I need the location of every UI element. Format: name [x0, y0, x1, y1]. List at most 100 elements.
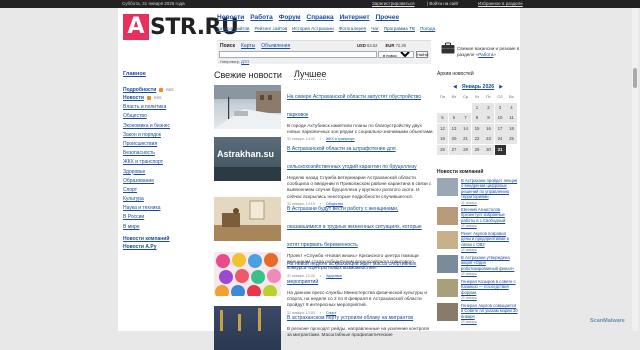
subnav-tv[interactable]: Программа ТВ — [384, 26, 415, 31]
favorite-link[interactable]: Избранное в разделе — [478, 0, 523, 8]
category-link[interactable]: Безопасность — [123, 150, 155, 156]
news-title[interactable]: На новой неделе астраханцев ждет масса с… — [287, 261, 416, 285]
calendar-day[interactable]: 5 — [437, 113, 448, 123]
category-link[interactable]: Происшествия — [123, 141, 157, 147]
calendar-day[interactable]: 6 — [448, 113, 460, 123]
calendar-day[interactable]: 31 — [494, 144, 506, 155]
company-news-thumbnail[interactable] — [437, 178, 458, 196]
nav-podrobnosti[interactable]: Подробности — [123, 87, 156, 93]
company-news-thumbnail[interactable] — [437, 303, 458, 321]
tab-fresh-news[interactable]: Свежие новости — [214, 70, 282, 80]
company-news-link[interactable]: В Астрахани утверждена акция «Один робот… — [461, 255, 518, 278]
news-thumbnail[interactable] — [214, 306, 281, 350]
calendar-day[interactable]: 17 — [494, 123, 506, 134]
calendar-day[interactable]: 19 — [437, 134, 448, 144]
news-thumbnail[interactable] — [214, 197, 281, 241]
calendar-day[interactable]: 7 — [460, 113, 471, 123]
calendar-day[interactable]: 2 — [483, 102, 494, 113]
calendar-day[interactable]: 4 — [506, 102, 517, 113]
company-news-link[interactable]: Генерал Козыров в совете с Казанью — пос… — [461, 279, 518, 302]
news-title[interactable]: На севере Астраханской области запустят … — [287, 94, 421, 118]
search-input[interactable] — [219, 51, 377, 58]
calendar-month[interactable]: Январь 2026 — [462, 84, 494, 90]
nav-news[interactable]: Новости — [217, 14, 244, 21]
nav-novosti[interactable]: Новости — [123, 95, 144, 101]
subnav-rating[interactable]: Рейтинг сайтов — [254, 26, 287, 31]
calendar-day[interactable]: 9 — [483, 113, 494, 123]
rss-icon[interactable] — [159, 88, 164, 92]
calendar-day[interactable]: 1 — [471, 102, 483, 113]
category-link[interactable]: Здоровье — [123, 169, 145, 175]
signin-link[interactable]: | Войти на сайт — [427, 0, 459, 8]
category-link[interactable]: ЖКХ и транспорт — [123, 159, 163, 165]
news-title[interactable]: В Астраханской области за штрафотение дл… — [287, 146, 417, 170]
news-title[interactable]: В астраханском порту устроили облаву на … — [287, 315, 413, 321]
nav-reference[interactable]: Справка — [307, 14, 334, 21]
nav-other[interactable]: Прочее — [376, 14, 399, 21]
calendar-day[interactable]: 15 — [471, 123, 483, 134]
nav-work[interactable]: Работа — [250, 14, 273, 21]
calendar-day[interactable]: 11 — [506, 113, 517, 123]
company-news-thumbnail[interactable] — [437, 279, 458, 297]
calendar-day[interactable]: 22 — [471, 134, 483, 144]
company-news-thumbnail[interactable] — [437, 207, 458, 225]
category-link[interactable]: Наука и техника — [123, 205, 161, 211]
category-link[interactable]: Экономика и бизнес — [123, 123, 170, 129]
subnav-history[interactable]: История Астрахани — [292, 26, 334, 31]
search-scope-select[interactable]: в новостях — [378, 51, 414, 58]
calendar-day[interactable]: 12 — [437, 123, 448, 134]
nav-site-news[interactable]: Новости A.Ру — [123, 244, 193, 250]
search-hint-link[interactable]: ДТП — [241, 59, 249, 64]
calendar-day[interactable]: 25 — [506, 134, 517, 144]
category-link[interactable]: Власть и политика — [123, 104, 166, 110]
calendar-day[interactable]: 8 — [471, 113, 483, 123]
subnav-photos[interactable]: Фотогалерея — [339, 26, 367, 31]
category-link[interactable]: Спорт — [123, 187, 137, 193]
jobs-link[interactable]: Работа — [478, 52, 493, 57]
category-link[interactable]: Закон и порядок — [123, 132, 161, 138]
search-tab-ads[interactable]: Объявления — [261, 43, 290, 49]
company-news-link[interactable]: Рекет Акулов покровил деньги предприятия… — [461, 231, 518, 254]
register-link[interactable]: Зарегистрироваться — [372, 0, 415, 8]
category-link[interactable]: В России — [123, 214, 144, 220]
category-link[interactable]: Общество — [123, 113, 147, 119]
calendar-day[interactable]: 14 — [460, 123, 471, 134]
news-thumbnail[interactable] — [214, 85, 281, 129]
category-link[interactable]: Культура — [123, 196, 144, 202]
rss-icon[interactable] — [146, 96, 151, 100]
category-link[interactable]: В мире — [123, 224, 140, 230]
chevron-right-icon[interactable]: ▶ — [499, 84, 503, 90]
calendar-day[interactable]: 28 — [460, 144, 471, 155]
calendar-day[interactable]: 18 — [506, 123, 517, 134]
subnav-catalog[interactable]: Каталог сайтов — [217, 26, 249, 31]
search-tab-search[interactable]: Поиск — [220, 43, 235, 49]
company-news-link[interactable]: Генерал Акулов совещается в Совете по ук… — [461, 303, 518, 326]
calendar-day[interactable]: 21 — [460, 134, 471, 144]
company-news-link[interactable]: В Астрахани пройдет лекция о внедрении ц… — [461, 178, 518, 206]
calendar-day[interactable]: 23 — [483, 134, 494, 144]
nav-company-news[interactable]: Новости компаний — [123, 236, 193, 242]
calendar-day[interactable]: 26 — [437, 144, 448, 155]
calendar-day[interactable]: 10 — [494, 113, 506, 123]
calendar-day[interactable]: 27 — [448, 144, 460, 155]
scrollbar-thumb[interactable] — [633, 68, 637, 88]
calendar-day[interactable]: 20 — [448, 134, 460, 144]
calendar-day[interactable]: 30 — [483, 144, 494, 155]
search-button[interactable]: Найти — [416, 51, 428, 58]
calendar-day[interactable]: 13 — [448, 123, 460, 134]
news-thumbnail[interactable]: Astrakhan.su — [214, 137, 281, 181]
news-title[interactable]: В Астрахани будут вести работу с женщина… — [287, 206, 422, 248]
company-news-link[interactable]: Евгений Агнистолов презентует избранные … — [461, 207, 518, 230]
chevron-left-icon[interactable]: ◀ — [453, 84, 457, 90]
calendar-day[interactable]: 16 — [483, 123, 494, 134]
subnav-weather[interactable]: Погода — [420, 26, 435, 31]
page-scrollbar[interactable] — [632, 8, 638, 331]
calendar-day[interactable]: 24 — [494, 134, 506, 144]
tab-best[interactable]: Лучшее — [293, 69, 327, 80]
company-news-thumbnail[interactable] — [437, 231, 458, 249]
nav-internet[interactable]: Интернет — [340, 14, 370, 21]
company-news-thumbnail[interactable] — [437, 255, 458, 273]
nav-main[interactable]: Главное — [123, 71, 193, 77]
calendar-day[interactable]: 3 — [494, 102, 506, 113]
news-thumbnail[interactable] — [214, 252, 281, 296]
